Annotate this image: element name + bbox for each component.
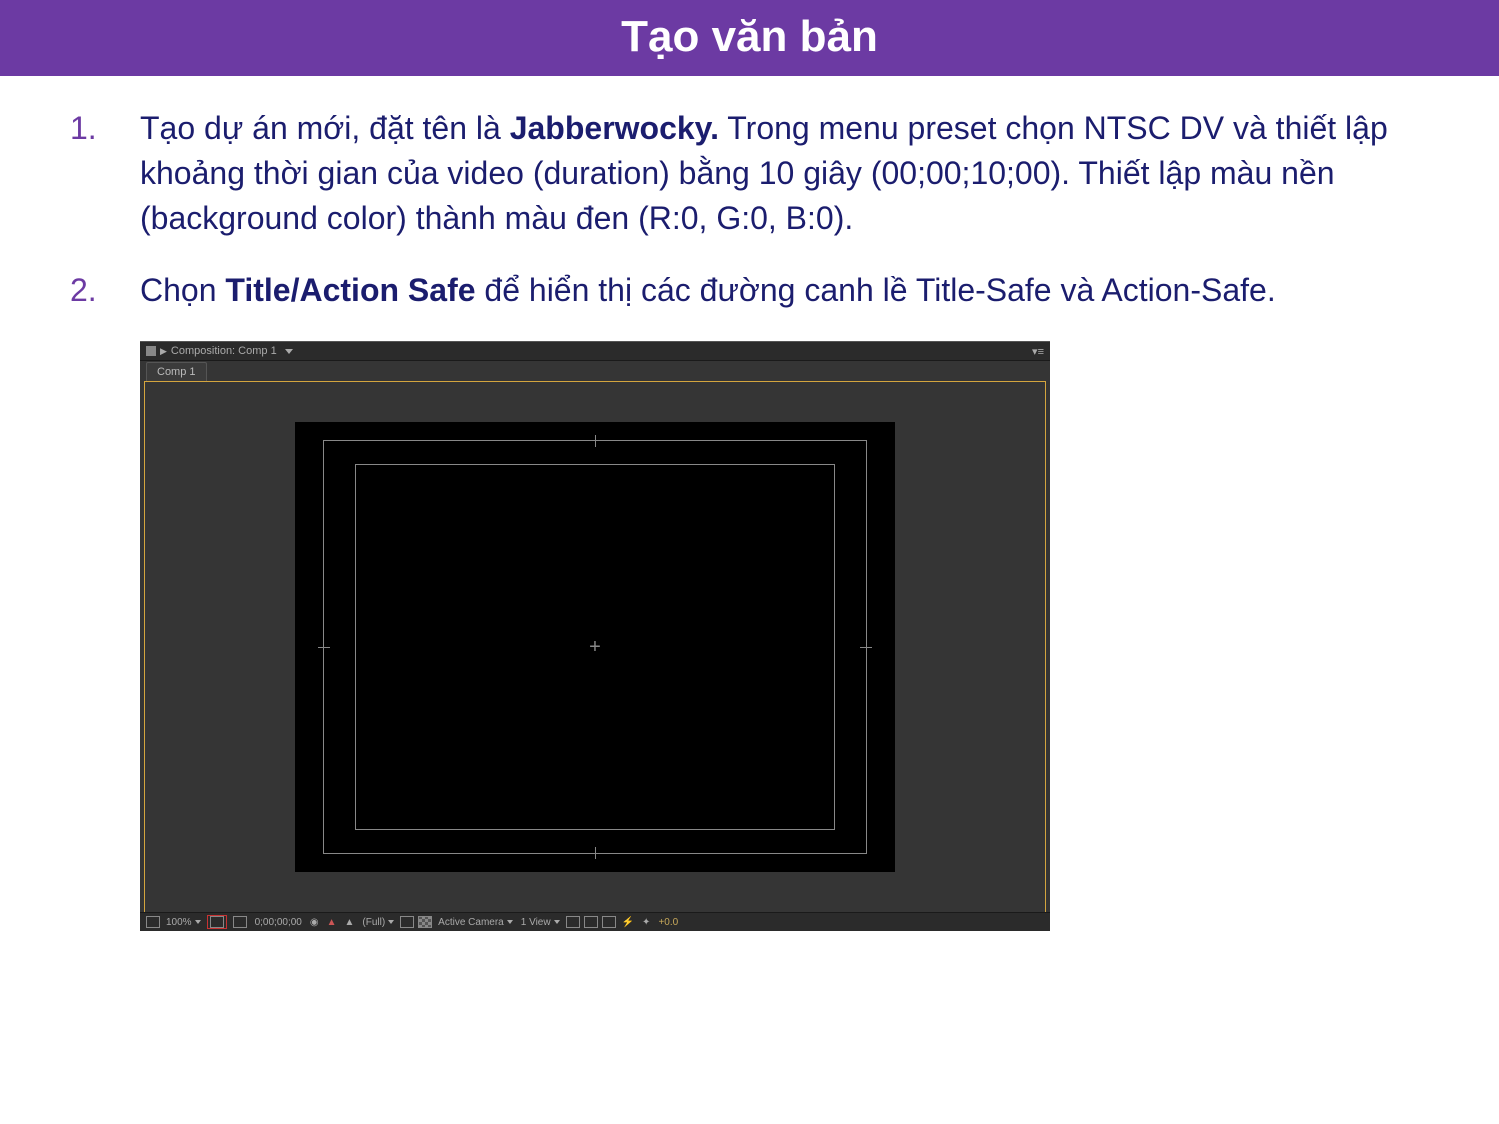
instruction-step-2: Chọn Title/Action Safe để hiển thị các đ… (70, 268, 1429, 313)
safe-zone-icon (210, 916, 224, 928)
panel-arrow-icon: ▶ (160, 346, 167, 357)
view-layout-icon[interactable] (602, 916, 616, 928)
composition-viewer[interactable]: + (144, 381, 1046, 913)
view-dropdown[interactable]: 1 View (519, 917, 562, 928)
slide-title: Tạo văn bản (0, 0, 1499, 76)
panel-dropdown-icon[interactable] (285, 349, 293, 354)
exposure-value[interactable]: +0.0 (656, 917, 680, 928)
after-effects-panel: ▶ Composition: Comp 1 ▾≡ Comp 1 + (140, 341, 1050, 931)
tick-bottom (595, 847, 596, 859)
pixel-aspect-icon[interactable] (566, 916, 580, 928)
panel-title-text: Composition: Comp 1 (171, 345, 277, 357)
tick-top (595, 435, 596, 447)
magnify-icon[interactable] (146, 916, 160, 928)
content-area: Tạo dự án mới, đặt tên là Jabberwocky. T… (0, 76, 1499, 931)
snapshot-icon[interactable]: ◉ (308, 917, 321, 928)
step2-text-post: để hiển thị các đường canh lề Title-Safe… (476, 272, 1276, 308)
panel-tabs: Comp 1 (140, 361, 1050, 381)
center-crosshair-icon: + (589, 637, 601, 657)
tick-left (318, 647, 330, 648)
resolution-dropdown[interactable]: (Full) (360, 917, 396, 928)
tick-right (860, 647, 872, 648)
flowchart-icon[interactable]: ✦ (640, 917, 652, 928)
panel-header: ▶ Composition: Comp 1 ▾≡ (140, 341, 1050, 361)
draft-3d-icon[interactable] (584, 916, 598, 928)
composition-frame: + (295, 422, 895, 872)
channel-icon-2[interactable]: ▲ (342, 917, 356, 928)
instruction-step-1: Tạo dự án mới, đặt tên là Jabberwocky. T… (70, 106, 1429, 240)
step2-text-pre: Chọn (140, 272, 225, 308)
title-safe-toggle[interactable] (207, 915, 227, 929)
instruction-list: Tạo dự án mới, đặt tên là Jabberwocky. T… (70, 106, 1429, 313)
panel-square-icon (146, 346, 156, 356)
panel-menu-icon[interactable]: ▾≡ (1032, 345, 1044, 358)
grid-icon (233, 916, 247, 928)
camera-dropdown[interactable]: Active Camera (436, 917, 515, 928)
timecode[interactable]: 0;00;00;00 (253, 917, 304, 928)
step1-text-pre: Tạo dự án mới, đặt tên là (140, 110, 510, 146)
channel-icon[interactable]: ▲ (325, 917, 339, 928)
zoom-dropdown[interactable]: 100% (164, 917, 203, 928)
composition-tab[interactable]: Comp 1 (146, 362, 207, 381)
panel-title-label[interactable]: ▶ Composition: Comp 1 (146, 345, 293, 357)
grid-toggle[interactable] (231, 916, 249, 928)
viewer-toolbar: 100% 0;00;00;00 ◉ ▲ ▲ (Full) Active Came… (140, 912, 1050, 931)
step1-bold: Jabberwocky. (510, 110, 719, 146)
roi-icon[interactable] (400, 916, 414, 928)
transparency-icon[interactable] (418, 916, 432, 928)
timeline-icon[interactable]: ⚡ (620, 917, 636, 928)
step2-bold: Title/Action Safe (225, 272, 475, 308)
